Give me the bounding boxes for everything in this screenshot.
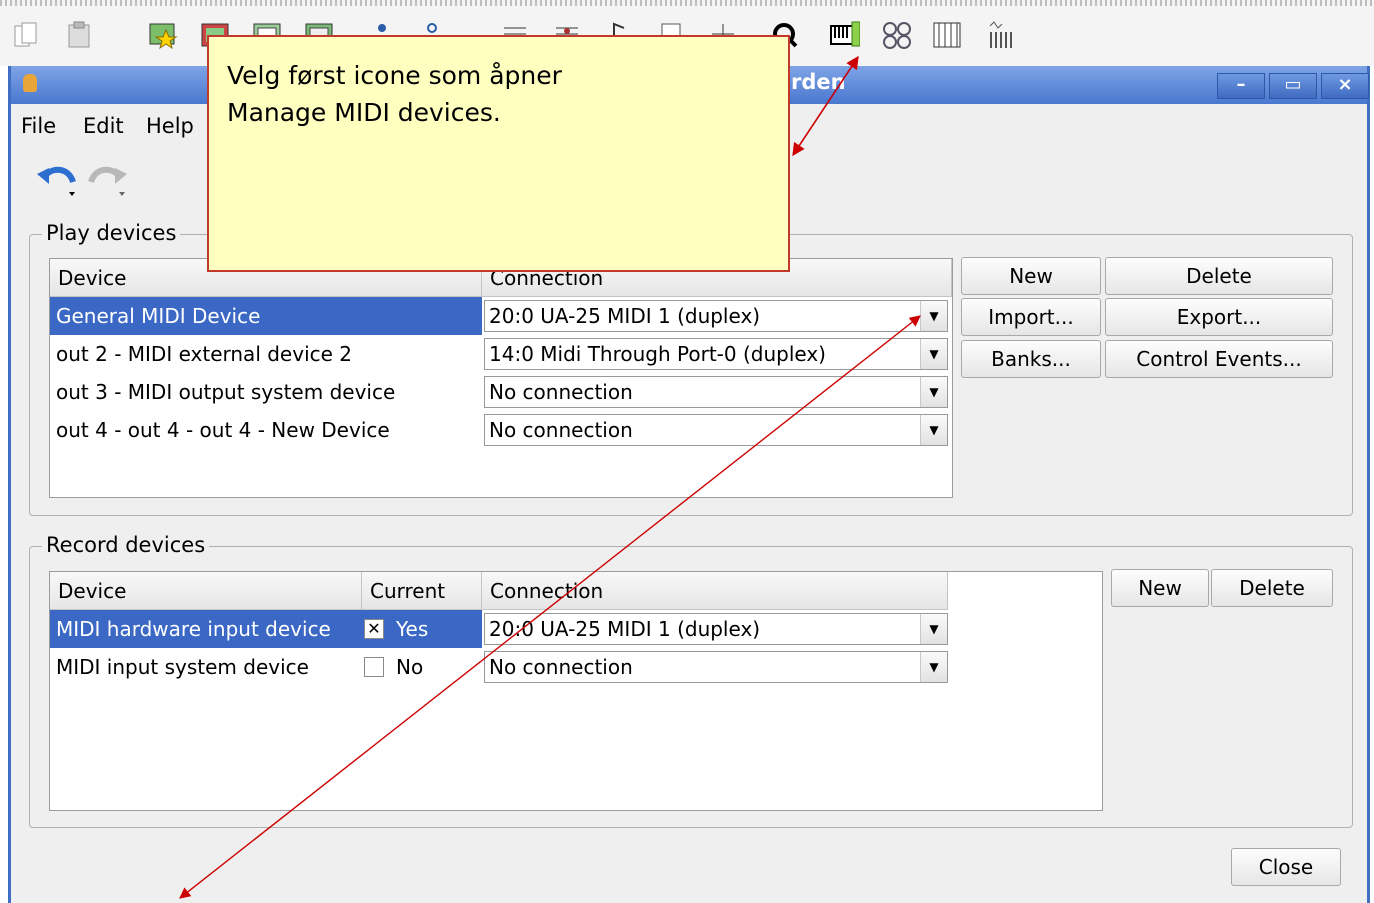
menu-help[interactable]: Help — [146, 114, 194, 138]
connection-value: No connection — [489, 655, 633, 679]
table-row[interactable]: out 4 - out 4 - out 4 - New Device No co… — [50, 411, 952, 449]
chevron-down-icon[interactable]: ▼ — [920, 377, 947, 407]
connection-value: 14:0 Midi Through Port-0 (duplex) — [489, 342, 826, 366]
connection-select[interactable]: No connection ▼ — [484, 414, 948, 446]
control-events-button[interactable]: Control Events... — [1105, 340, 1333, 378]
callout-line-2: Manage MIDI devices. — [227, 98, 501, 127]
banks-button[interactable]: Banks... — [961, 340, 1101, 378]
add-segment-icon[interactable] — [148, 20, 178, 50]
header-connection[interactable]: Connection — [482, 572, 948, 610]
device-name[interactable]: out 4 - out 4 - out 4 - New Device — [50, 411, 482, 449]
chevron-down-icon[interactable]: ▼ — [920, 415, 947, 445]
chevron-down-icon[interactable]: ▼ — [920, 339, 947, 369]
device-name: MIDI hardware input device — [56, 617, 331, 641]
connection-value: No connection — [489, 380, 633, 404]
current-checkbox[interactable] — [364, 657, 384, 677]
connection-select[interactable]: 20:0 UA-25 MIDI 1 (duplex) ▼ — [484, 613, 948, 645]
connection-value: No connection — [489, 418, 633, 442]
header-current[interactable]: Current — [362, 572, 482, 610]
connection-select[interactable]: No connection ▼ — [484, 376, 948, 408]
device-name[interactable]: out 3 - MIDI output system device — [50, 373, 482, 411]
paste-icon[interactable] — [64, 20, 94, 50]
redo-icon[interactable] — [85, 158, 129, 198]
connection-select[interactable]: No connection ▼ — [484, 651, 948, 683]
record-devices-table: Device Current Connection MIDI hardware … — [49, 571, 1103, 811]
record-devices-title: Record devices — [42, 533, 210, 557]
connection-select[interactable]: 14:0 Midi Through Port-0 (duplex) ▼ — [484, 338, 948, 370]
app-icon — [23, 74, 37, 92]
copy-icon[interactable] — [12, 20, 42, 50]
device-name[interactable]: out 2 - MIDI external device 2 — [50, 335, 482, 373]
table-row[interactable]: MIDI hardware input device ✕ Yes 20:0 UA… — [50, 610, 1102, 648]
synth-plugins-icon[interactable] — [882, 20, 912, 50]
new-record-device-button[interactable]: New — [1111, 569, 1209, 607]
export-button[interactable]: Export... — [1105, 298, 1333, 336]
close-button[interactable]: Close — [1231, 848, 1341, 886]
current-checkbox[interactable]: ✕ — [364, 619, 384, 639]
current-value: Yes — [396, 617, 429, 641]
connection-value: 20:0 UA-25 MIDI 1 (duplex) — [489, 304, 761, 328]
manage-midi-devices-icon[interactable] — [830, 20, 860, 50]
callout-line-1: Velg først icone som åpner — [227, 61, 562, 90]
current-value: No — [396, 655, 424, 679]
device-name[interactable]: General MIDI Device — [50, 297, 482, 335]
menu-file[interactable]: File — [21, 114, 56, 138]
close-window-button[interactable]: × — [1321, 73, 1369, 99]
table-row[interactable]: out 3 - MIDI output system device No con… — [50, 373, 952, 411]
delete-record-device-button[interactable]: Delete — [1211, 569, 1333, 607]
minimize-button[interactable]: – — [1217, 73, 1265, 99]
new-play-device-button[interactable]: New — [961, 257, 1101, 295]
undo-icon[interactable] — [35, 158, 79, 198]
connection-select[interactable]: 20:0 UA-25 MIDI 1 (duplex) ▼ — [484, 300, 948, 332]
table-row[interactable]: MIDI input system device No No connectio… — [50, 648, 1102, 686]
delete-play-device-button[interactable]: Delete — [1105, 257, 1333, 295]
play-devices-table: Device Connection General MIDI Device 20… — [49, 258, 953, 498]
header-device[interactable]: Device — [50, 572, 362, 610]
chevron-down-icon[interactable]: ▼ — [920, 301, 947, 331]
maximize-button[interactable]: ▭ — [1269, 73, 1317, 99]
toolbar-grip — [0, 0, 1374, 6]
chevron-down-icon[interactable]: ▼ — [920, 614, 947, 644]
table-row[interactable]: General MIDI Device 20:0 UA-25 MIDI 1 (d… — [50, 297, 952, 335]
mixer-icon[interactable] — [932, 20, 962, 50]
chevron-down-icon[interactable]: ▼ — [920, 652, 947, 682]
connection-value: 20:0 UA-25 MIDI 1 (duplex) — [489, 617, 761, 641]
play-devices-title: Play devices — [42, 221, 181, 245]
table-row[interactable]: out 2 - MIDI external device 2 14:0 Midi… — [50, 335, 952, 373]
device-name[interactable]: MIDI input system device — [50, 648, 362, 686]
import-button[interactable]: Import... — [961, 298, 1101, 336]
annotation-callout: Velg først icone som åpner Manage MIDI d… — [207, 35, 790, 272]
menu-edit[interactable]: Edit — [83, 114, 124, 138]
window-title: rden — [791, 70, 846, 94]
audio-mixer-icon[interactable] — [986, 20, 1016, 50]
